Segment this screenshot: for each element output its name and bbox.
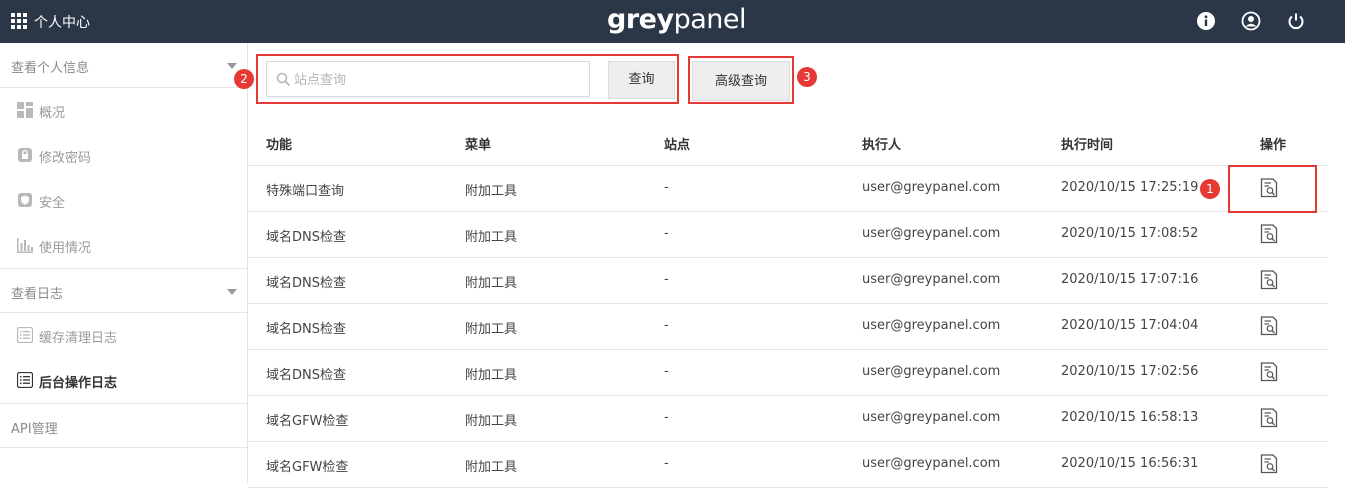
cell-function: 域名DNS检查 xyxy=(266,276,346,291)
highlight-box-action xyxy=(1228,165,1317,213)
cell-time: 2020/10/15 16:56:31 xyxy=(1061,456,1199,471)
sidebar: 查看个人信息 概况 修改密码 安全 使用情况 查看日志 缓存清理日志 后台操作日… xyxy=(0,43,248,483)
sidebar-section-logs[interactable]: 查看日志 xyxy=(0,268,247,313)
section-label: 查看日志 xyxy=(11,287,64,302)
cell-site: - xyxy=(664,364,669,379)
cell-function: 域名GFW检查 xyxy=(266,414,349,429)
cell-menu: 附加工具 xyxy=(465,414,518,429)
cell-function: 域名DNS检查 xyxy=(266,368,346,383)
cell-menu: 附加工具 xyxy=(465,184,518,199)
cell-operator: user@greypanel.com xyxy=(862,272,1001,287)
cell-operator: user@greypanel.com xyxy=(862,318,1001,333)
cell-menu: 附加工具 xyxy=(465,368,518,383)
query-button[interactable]: 查询 xyxy=(608,61,675,99)
power-icon[interactable] xyxy=(1286,11,1306,31)
view-details-icon[interactable] xyxy=(1260,362,1278,382)
cell-function: 域名DNS检查 xyxy=(266,230,346,245)
lock-icon xyxy=(17,147,33,163)
sidebar-item-usage[interactable]: 使用情况 xyxy=(0,223,247,268)
cell-operator: user@greypanel.com xyxy=(862,410,1001,425)
cell-function: 域名DNS检查 xyxy=(266,322,346,337)
table-row: 域名DNS检查 附加工具 - user@greypanel.com 2020/10/15… xyxy=(248,350,1328,396)
section-label: API管理 xyxy=(11,422,58,437)
cell-function: 特殊端口查询 xyxy=(266,184,345,199)
sidebar-item-label: 使用情况 xyxy=(39,241,92,256)
view-details-icon[interactable] xyxy=(1260,224,1278,244)
sidebar-item-security[interactable]: 安全 xyxy=(0,178,247,223)
cell-menu: 附加工具 xyxy=(465,230,518,245)
apps-grid-icon[interactable] xyxy=(11,13,27,29)
cell-time: 2020/10/15 17:02:56 xyxy=(1061,364,1199,379)
cell-time: 2020/10/15 17:25:19 xyxy=(1061,180,1199,195)
column-header-operator: 执行人 xyxy=(862,138,902,153)
top-bar: 个人中心 greypanel xyxy=(0,0,1345,43)
cell-menu: 附加工具 xyxy=(465,460,518,475)
list-icon xyxy=(17,327,33,343)
sidebar-section-api[interactable]: API管理 xyxy=(0,403,247,448)
table-header: 功能 菜单 站点 执行人 执行时间 操作 xyxy=(248,120,1328,166)
sidebar-item-label: 缓存清理日志 xyxy=(39,331,118,346)
column-header-site: 站点 xyxy=(664,138,691,153)
cell-site: - xyxy=(664,318,669,333)
cell-time: 2020/10/15 17:04:04 xyxy=(1061,318,1199,333)
table-row: 域名DNS检查 附加工具 - user@greypanel.com 2020/10/15… xyxy=(248,212,1328,258)
view-details-icon[interactable] xyxy=(1260,408,1278,428)
cell-site: - xyxy=(664,226,669,241)
info-icon[interactable] xyxy=(1196,11,1216,31)
cell-time: 2020/10/15 17:08:52 xyxy=(1061,226,1199,241)
table-row: 域名GFW检查 附加工具 - user@greypanel.com 2020/10/15… xyxy=(248,442,1328,488)
cell-site: - xyxy=(664,410,669,425)
column-header-function: 功能 xyxy=(266,138,293,153)
sidebar-item-label: 修改密码 xyxy=(39,151,92,166)
sidebar-item-label: 安全 xyxy=(39,196,66,211)
search-input[interactable] xyxy=(294,69,574,91)
view-details-icon[interactable] xyxy=(1260,454,1278,474)
advanced-query-button[interactable]: 高级查询 xyxy=(692,61,790,101)
sidebar-item-overview[interactable]: 概况 xyxy=(0,88,247,133)
cell-time: 2020/10/15 16:58:13 xyxy=(1061,410,1199,425)
list-icon xyxy=(17,372,33,388)
bar-chart-icon xyxy=(17,237,33,253)
sidebar-item-cache-log[interactable]: 缓存清理日志 xyxy=(0,313,247,358)
sidebar-section-profile[interactable]: 查看个人信息 xyxy=(0,43,247,88)
sidebar-item-operation-log[interactable]: 后台操作日志 xyxy=(0,358,247,403)
sidebar-item-change-password[interactable]: 修改密码 xyxy=(0,133,247,178)
cell-operator: user@greypanel.com xyxy=(862,364,1001,379)
table-row: 特殊端口查询 附加工具 - user@greypanel.com 2020/10/15 … xyxy=(248,166,1328,212)
search-icon xyxy=(276,72,291,87)
chevron-down-icon xyxy=(227,289,237,295)
cell-menu: 附加工具 xyxy=(465,276,518,291)
column-header-action: 操作 xyxy=(1260,138,1287,153)
cell-operator: user@greypanel.com xyxy=(862,180,1001,195)
search-field[interactable] xyxy=(266,61,590,97)
cell-function: 域名GFW检查 xyxy=(266,460,349,475)
table-row: 域名GFW检查 附加工具 - user@greypanel.com 2020/10/15… xyxy=(248,396,1328,442)
section-label: 查看个人信息 xyxy=(11,61,90,76)
step-badge-1: 1 xyxy=(1200,179,1220,199)
column-header-time: 执行时间 xyxy=(1061,138,1114,153)
cell-operator: user@greypanel.com xyxy=(862,456,1001,471)
cell-site: - xyxy=(664,456,669,471)
view-details-icon[interactable] xyxy=(1260,270,1278,290)
greypanel-logo[interactable]: greypanel xyxy=(607,4,746,35)
shield-icon xyxy=(17,192,33,208)
cell-menu: 附加工具 xyxy=(465,322,518,337)
view-details-icon[interactable] xyxy=(1260,316,1278,336)
table-row: 域名DNS检查 附加工具 - user@greypanel.com 2020/10/15… xyxy=(248,258,1328,304)
table-row: 域名DNS检查 附加工具 - user@greypanel.com 2020/10/15… xyxy=(248,304,1328,350)
app-title: 个人中心 xyxy=(34,15,90,31)
cell-operator: user@greypanel.com xyxy=(862,226,1001,241)
user-icon[interactable] xyxy=(1241,11,1261,31)
cell-site: - xyxy=(664,272,669,287)
step-badge-2: 2 xyxy=(234,69,254,89)
chevron-down-icon xyxy=(227,63,237,69)
sidebar-item-label: 后台操作日志 xyxy=(39,376,118,391)
sidebar-item-label: 概况 xyxy=(39,106,66,121)
cell-site: - xyxy=(664,180,669,195)
dashboard-icon xyxy=(17,102,33,118)
column-header-menu: 菜单 xyxy=(465,138,492,153)
step-badge-3: 3 xyxy=(797,67,817,87)
cell-time: 2020/10/15 17:07:16 xyxy=(1061,272,1199,287)
